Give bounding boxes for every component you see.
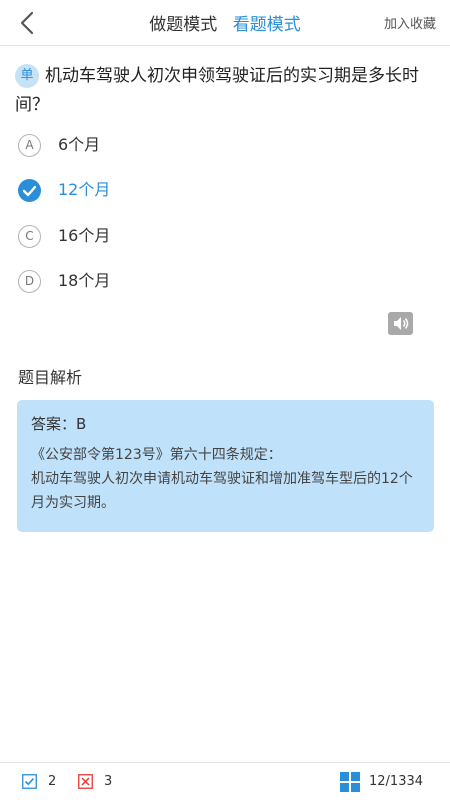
check-circle-icon <box>18 179 41 202</box>
option-label: 6个月 <box>58 135 101 154</box>
question-stem: 机动车驾驶人初次申领驾驶证后的实习期是多长时间？ <box>15 66 419 115</box>
option-letter-circle: C <box>18 225 41 248</box>
tab-practice-mode[interactable]: 做题模式 <box>149 10 217 35</box>
correct-number: 2 <box>48 774 57 789</box>
speaker-icon[interactable] <box>388 312 413 335</box>
bottom-bar: 2 3 12/1334 <box>0 762 450 800</box>
option-label: 18个月 <box>58 271 111 290</box>
question-grid-icon <box>340 772 360 792</box>
answer-text: 答案：B <box>31 415 87 433</box>
question-text: 单机动车驾驶人初次申领驾驶证后的实习期是多长时间？ <box>15 62 435 120</box>
wrong-number: 3 <box>104 774 113 789</box>
question-progress[interactable]: 12/1334 <box>340 772 434 792</box>
explanation-line: 机动车驾驶人初次申请机动车驾驶证和增加准驾车型后的12个月为实习期。 <box>31 471 413 511</box>
add-favorite-button[interactable]: 加入收藏 <box>384 13 436 32</box>
explanation-line: 《公安部令第123号》第六十四条规定： <box>31 447 282 463</box>
top-bar: 做题模式 看题模式 加入收藏 <box>0 0 450 46</box>
question-type-badge: 单 <box>15 64 39 88</box>
app-screen: 做题模式 看题模式 加入收藏 单机动车驾驶人初次申领驾驶证后的实习期是多长时间？… <box>0 0 450 800</box>
tab-view-mode[interactable]: 看题模式 <box>233 10 301 35</box>
option-letter-circle: D <box>18 270 41 293</box>
option-a[interactable]: A 6个月 <box>18 133 398 159</box>
checkbox-wrong-icon <box>78 774 93 789</box>
mode-switch: 做题模式 看题模式 <box>0 10 450 35</box>
option-d[interactable]: D 18个月 <box>18 269 398 295</box>
option-c[interactable]: C 16个月 <box>18 224 398 250</box>
checkbox-correct-icon <box>22 774 37 789</box>
option-letter-circle: A <box>18 134 41 157</box>
analysis-heading: 题目解析 <box>18 368 83 387</box>
answer-panel: 答案：B 《公安部令第123号》第六十四条规定： 机动车驾驶人初次申请机动车驾驶… <box>17 400 434 532</box>
progress-text: 12/1334 <box>369 774 424 789</box>
option-b[interactable]: 12个月 <box>18 178 398 204</box>
option-label: 16个月 <box>58 226 111 245</box>
option-label: 12个月 <box>58 180 111 199</box>
